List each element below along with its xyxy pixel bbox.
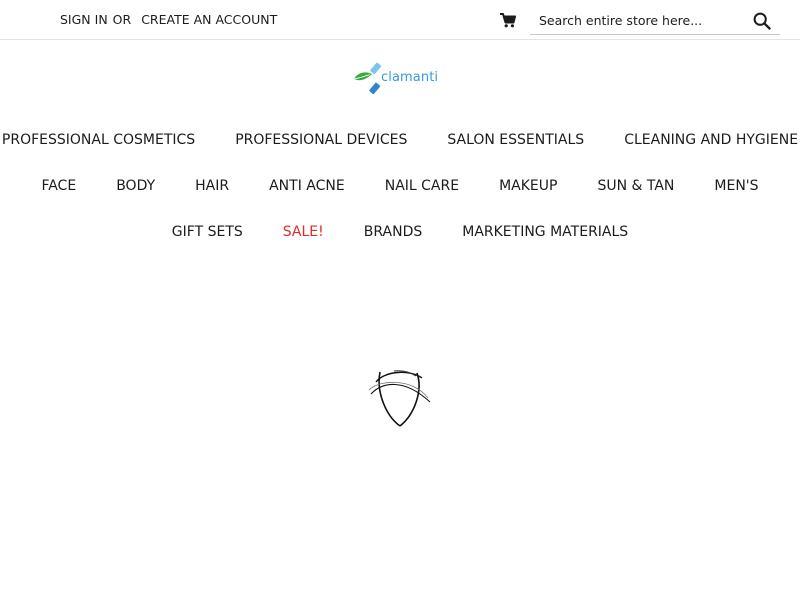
nav-face[interactable]: FACE	[21, 176, 96, 196]
nav-row-3: GIFT SETS SALE! BRANDS MARKETING MATERIA…	[0, 222, 800, 242]
nav-body[interactable]: BODY	[96, 176, 175, 196]
store-logo[interactable]: clamanti	[352, 61, 452, 97]
nav-sun-and-tan[interactable]: SUN & TAN	[577, 176, 694, 196]
nav-professional-cosmetics[interactable]: PROFESSIONAL COSMETICS	[0, 130, 215, 150]
search-input[interactable]	[539, 10, 744, 30]
nav-mens[interactable]: MEN'S	[694, 176, 778, 196]
nav-sale[interactable]: SALE!	[263, 222, 344, 242]
loading-spinner-icon	[368, 370, 431, 427]
search-box	[530, 7, 780, 35]
nav-salon-essentials[interactable]: SALON ESSENTIALS	[427, 130, 604, 150]
nav-brands[interactable]: BRANDS	[344, 222, 442, 242]
create-account-link[interactable]: CREATE AN ACCOUNT	[141, 12, 277, 27]
account-links: SIGN IN OR CREATE AN ACCOUNT	[60, 12, 277, 27]
search-icon[interactable]	[753, 12, 771, 30]
nav-nail-care[interactable]: NAIL CARE	[365, 176, 479, 196]
nav-gift-sets[interactable]: GIFT SETS	[152, 222, 263, 242]
nav-anti-acne[interactable]: ANTI ACNE	[249, 176, 365, 196]
logo-wordmark: clamanti	[381, 70, 439, 85]
sign-in-link[interactable]: SIGN IN	[60, 12, 108, 27]
nav-makeup[interactable]: MAKEUP	[479, 176, 577, 196]
nav-row-1: PROFESSIONAL COSMETICS PROFESSIONAL DEVI…	[0, 130, 800, 150]
nav-marketing-materials[interactable]: MARKETING MATERIALS	[442, 222, 648, 242]
nav-row-2: FACE BODY HAIR ANTI ACNE NAIL CARE MAKEU…	[0, 176, 800, 196]
nav-professional-devices[interactable]: PROFESSIONAL DEVICES	[215, 130, 427, 150]
top-bar: SIGN IN OR CREATE AN ACCOUNT	[0, 0, 800, 40]
cart-icon[interactable]	[499, 11, 517, 29]
nav-cleaning-and-hygiene[interactable]: CLEANING AND HYGIENE	[604, 130, 800, 150]
or-separator: OR	[112, 12, 132, 27]
nav-hair[interactable]: HAIR	[175, 176, 249, 196]
